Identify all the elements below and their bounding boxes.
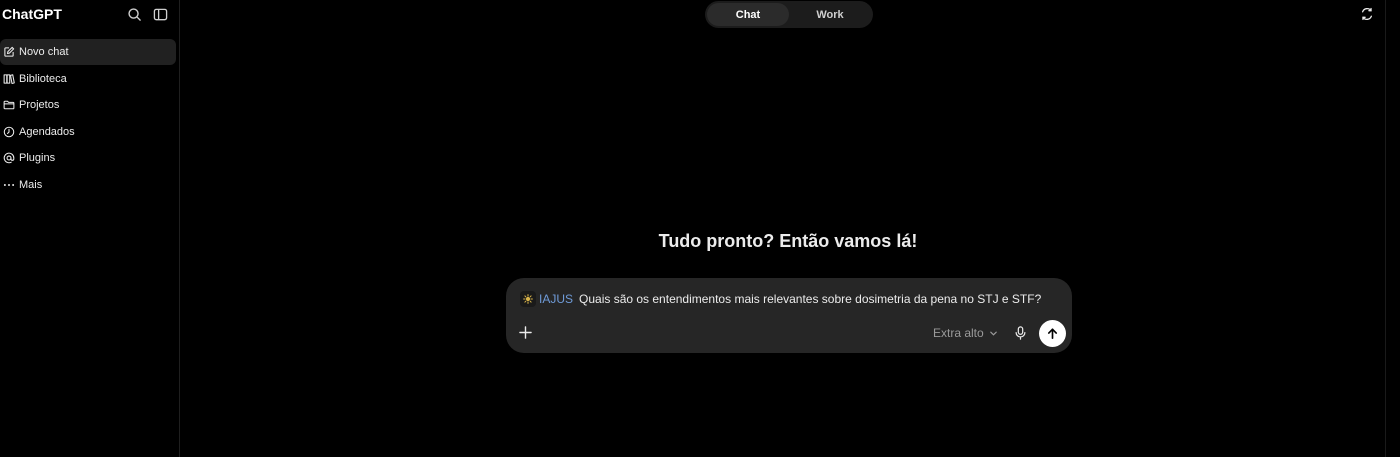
send-button[interactable] [1039,320,1066,347]
sidebar-item-label: Mais [19,178,43,191]
model-label: Extra alto [933,326,984,340]
temporary-chat-icon[interactable] [1359,6,1375,22]
search-icon[interactable] [126,6,142,22]
app-title[interactable]: ChatGPT [2,6,62,22]
sidebar-item-plugins[interactable]: Plugins [0,145,176,171]
clock-icon [2,125,15,138]
sidebar-item-label: Projetos [19,99,60,112]
app-window: ChatGPT Novo chat Biblioteca Projetos Ag… [0,0,1400,457]
model-selector[interactable]: Extra alto [933,325,998,341]
toggle-sidebar-icon[interactable] [152,6,168,22]
sidebar-item-mais[interactable]: Mais [0,172,176,198]
folder-icon [2,99,15,112]
prompt-text: Quais são os entendimentos mais relevant… [579,292,1042,306]
sidebar-item-agendados[interactable]: Agendados [0,119,176,145]
library-icon [2,72,15,85]
sidebar-item-label: Novo chat [19,46,69,58]
sidebar-item-biblioteca[interactable]: Biblioteca [0,66,176,92]
plugin-tag[interactable]: IAJUS [539,292,573,306]
mode-toggle: Chat Work [705,1,873,28]
sidebar-item-label: Plugins [19,152,56,165]
sun-icon [520,291,536,307]
microphone-icon [1015,326,1025,340]
arrow-up-icon [1047,328,1058,339]
sidebar-nav: Novo chat Biblioteca Projetos Agendados … [0,39,176,199]
at-icon [2,152,15,165]
page-title: Tudo pronto? Então vamos lá! [658,231,918,251]
sidebar: ChatGPT Novo chat Biblioteca Projetos Ag… [0,0,180,457]
microphone-button[interactable] [1011,324,1029,342]
tab-work[interactable]: Work [789,3,871,26]
sidebar-item-label: Agendados [19,125,75,138]
sidebar-item-projetos[interactable]: Projetos [0,92,176,118]
scrollbar[interactable] [1385,0,1400,457]
chevron-down-icon [989,331,997,336]
sidebar-item-novo-chat[interactable]: Novo chat [0,39,176,65]
edit-icon [2,46,15,59]
sidebar-header: ChatGPT [0,0,179,28]
add-attachment-button[interactable] [516,323,534,341]
sidebar-item-label: Biblioteca [19,72,67,85]
more-icon [2,178,15,191]
prompt-input[interactable]: IAJUS Quais são os entendimentos mais re… [520,290,1041,308]
tab-chat[interactable]: Chat [707,3,789,26]
composer: IAJUS Quais são os entendimentos mais re… [506,278,1072,353]
